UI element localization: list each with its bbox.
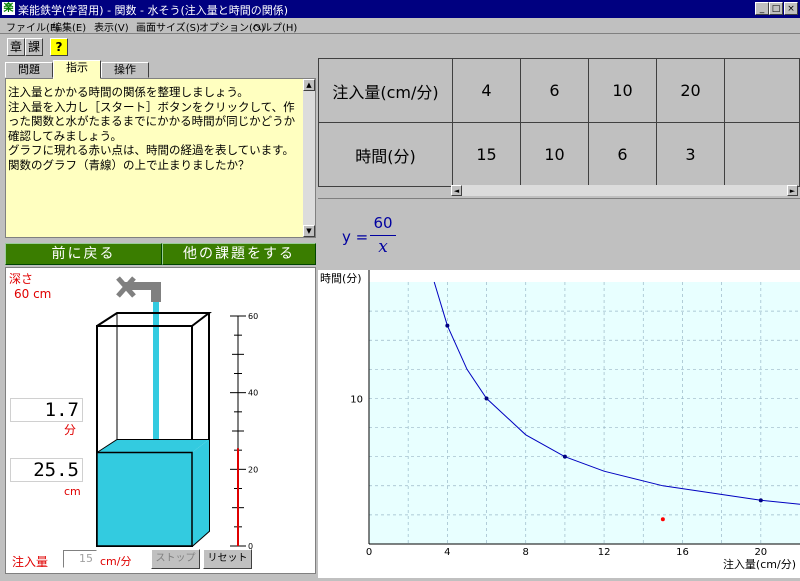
scale-tick-label: 60 <box>248 312 258 321</box>
time-display: 1.7 <box>10 398 83 422</box>
data-point <box>484 396 489 401</box>
chart-svg: 0 4 8 12 16 20 10 時間(分) 注入量(cm/分) <box>320 270 800 571</box>
water-fill <box>96 439 209 547</box>
function-graph: 0 4 8 12 16 20 10 時間(分) 注入量(cm/分) <box>318 270 800 578</box>
back-button[interactable]: 前に戻る <box>5 243 162 265</box>
table-cell[interactable]: 20 <box>656 58 725 123</box>
water-stream <box>153 302 159 442</box>
tab-problem[interactable]: 問題 <box>5 62 53 78</box>
time-header: 時間(分) <box>318 122 453 187</box>
table-hscrollbar[interactable]: ◄ ► <box>451 185 798 196</box>
table-cell[interactable]: 15 <box>452 122 521 187</box>
flow-header: 注入量(cm/分) <box>318 58 453 123</box>
progress-point <box>660 517 665 522</box>
x-tick-label: 12 <box>598 547 611 558</box>
chapter-button[interactable]: 章 <box>7 38 25 56</box>
data-point <box>445 323 450 328</box>
data-table: 注入量(cm/分) 4 6 10 20 時間(分) 15 10 6 3 <box>318 58 800 187</box>
scale-tick-label: 40 <box>248 389 258 398</box>
toolbar: 章 課 ? <box>0 33 800 60</box>
menu-screen-size[interactable]: 画面サイズ(S) <box>136 19 200 34</box>
x-tick-label: 4 <box>444 547 450 558</box>
formula-denominator[interactable]: x <box>371 237 395 257</box>
instructions-panel: 注入量とかかる時間の関係を整理しましょう。 注入量を入力し［スタート］ボタンをク… <box>5 78 316 238</box>
table-cell[interactable] <box>724 122 800 187</box>
depth-scale: 6040200 <box>230 312 258 551</box>
plot-area <box>369 282 800 544</box>
close-button[interactable]: × <box>784 2 798 15</box>
flow-label: 注入量 <box>12 555 49 569</box>
table-cell[interactable]: 10 <box>520 122 589 187</box>
instructions-text: 注入量とかかる時間の関係を整理しましょう。 注入量を入力し［スタート］ボタンをク… <box>8 85 296 172</box>
faucet-icon <box>116 276 161 302</box>
hint-button[interactable]: ? <box>50 38 68 56</box>
menu-bar: ファイル(F) 編集(E) 表示(V) 画面サイズ(S) オプション(O) ヘル… <box>0 18 800 34</box>
title-bar: 楽 楽能鉄学(学習用) - 関数 - 水そう(注入量と時間の関係) _ □ × <box>0 0 800 18</box>
menu-view[interactable]: 表示(V) <box>94 19 129 34</box>
lesson-button[interactable]: 課 <box>25 38 43 56</box>
table-cell[interactable]: 10 <box>588 58 657 123</box>
scroll-down-icon[interactable]: ▼ <box>303 225 315 237</box>
data-point <box>562 454 567 459</box>
menu-edit[interactable]: 編集(E) <box>52 19 86 34</box>
tab-operation[interactable]: 操作 <box>101 62 149 78</box>
table-cell[interactable]: 3 <box>656 122 725 187</box>
formula-panel: y = 60 x <box>318 198 800 269</box>
other-task-button[interactable]: 他の課題をする <box>162 243 316 265</box>
level-unit: cm <box>64 485 81 498</box>
scale-tick-label: 20 <box>248 465 258 474</box>
table-cell[interactable]: 6 <box>588 122 657 187</box>
data-point <box>758 498 763 503</box>
table-row: 注入量(cm/分) 4 6 10 20 <box>318 58 800 123</box>
minimize-button[interactable]: _ <box>755 2 769 15</box>
scroll-up-icon[interactable]: ▲ <box>303 79 315 91</box>
stop-button[interactable]: ストップ <box>151 549 200 569</box>
water-side <box>192 439 209 546</box>
scroll-left-icon[interactable]: ◄ <box>451 185 462 196</box>
table-row: 時間(分) 15 10 6 3 <box>318 122 800 187</box>
tab-instructions[interactable]: 指示 <box>53 60 101 79</box>
scroll-right-icon[interactable]: ► <box>787 185 798 196</box>
table-cell[interactable]: 6 <box>520 58 589 123</box>
flow-input[interactable]: 15 <box>63 550 97 568</box>
fraction-bar <box>370 235 396 236</box>
x-tick-label: 0 <box>366 547 372 558</box>
table-cell[interactable] <box>724 58 800 123</box>
instructions-scrollbar[interactable]: ▲ ▼ <box>303 79 315 237</box>
level-display: 25.5 <box>10 458 83 482</box>
reset-button[interactable]: リセット <box>203 549 252 569</box>
formula-numerator[interactable]: 60 <box>371 214 395 232</box>
y-axis-label: 時間(分) <box>320 272 362 285</box>
window-title: 楽能鉄学(学習用) - 関数 - 水そう(注入量と時間の関係) <box>18 4 289 17</box>
data-table-panel: 注入量(cm/分) 4 6 10 20 時間(分) 15 10 6 3 ◄ ► <box>318 58 800 198</box>
x-tick-label: 20 <box>754 547 767 558</box>
x-tick-label: 16 <box>676 547 689 558</box>
time-unit: 分 <box>64 423 77 437</box>
y-tick-label: 10 <box>350 394 363 405</box>
menu-help[interactable]: ヘルプ(H) <box>252 19 297 34</box>
x-axis-label: 注入量(cm/分) <box>723 557 796 571</box>
app-icon: 楽 <box>2 2 15 15</box>
x-tick-label: 8 <box>523 547 529 558</box>
water-front <box>97 452 192 546</box>
formula-lhs: y = <box>342 228 369 246</box>
maximize-button[interactable]: □ <box>769 2 783 15</box>
table-cell[interactable]: 4 <box>452 58 521 123</box>
tank-panel: 深さ 60 cm 60 40 20 0 1.7 分 25.5 cm 注入量 15 cm… <box>5 267 316 574</box>
flow-unit: cm/分 <box>100 555 132 568</box>
